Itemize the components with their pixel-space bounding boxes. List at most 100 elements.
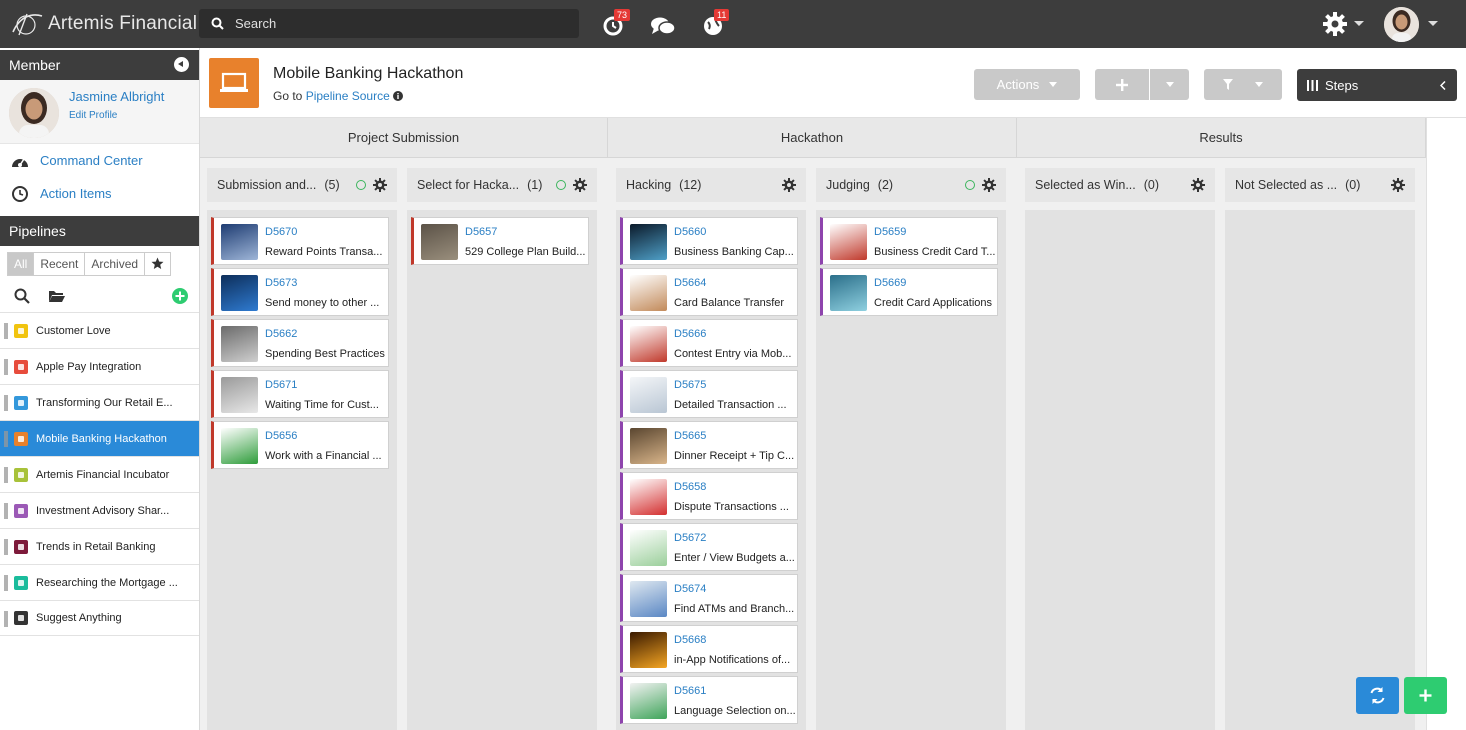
column-settings-gear-icon[interactable] [373, 178, 387, 192]
app-logo[interactable]: Artemis Financial [10, 10, 197, 38]
profile-avatar[interactable] [9, 88, 59, 138]
card-id-link[interactable]: D5671 [265, 379, 297, 391]
pipeline-item[interactable]: Customer Love [0, 312, 199, 348]
filter-recent-tab[interactable]: Recent [33, 252, 86, 276]
column-header[interactable]: Hacking (12) [616, 168, 806, 202]
actions-button[interactable]: Actions [974, 69, 1080, 100]
card-id-link[interactable]: D5672 [674, 532, 706, 544]
profile-name-link[interactable]: Jasmine Albright [69, 89, 164, 104]
pipeline-card[interactable]: D5672 Enter / View Budgets a... [620, 523, 798, 571]
drag-handle-icon[interactable] [4, 395, 8, 411]
drag-handle-icon[interactable] [4, 539, 8, 555]
pipeline-card[interactable]: D5662 Spending Best Practices [211, 319, 389, 367]
card-id-link[interactable]: D5675 [674, 379, 706, 391]
card-id-link[interactable]: D5666 [674, 328, 706, 340]
messages-button[interactable] [650, 11, 676, 37]
add-card-dropdown[interactable] [1150, 69, 1189, 100]
card-id-link[interactable]: D5664 [674, 277, 706, 289]
column-settings-gear-icon[interactable] [982, 178, 996, 192]
folder-open-icon[interactable] [48, 289, 66, 303]
pipeline-card[interactable]: D5657 529 College Plan Build... [411, 217, 589, 265]
card-id-link[interactable]: D5665 [674, 430, 706, 442]
user-avatar[interactable] [1384, 7, 1419, 42]
card-id-link[interactable]: D5661 [674, 685, 706, 697]
add-pipeline-icon[interactable] [172, 288, 188, 304]
drag-handle-icon[interactable] [4, 467, 8, 483]
steps-toggle-button[interactable]: Steps [1297, 69, 1457, 101]
pipeline-item[interactable]: Mobile Banking Hackathon [0, 420, 199, 456]
drag-handle-icon[interactable] [4, 359, 8, 375]
card-thumbnail [630, 581, 667, 617]
drag-handle-icon[interactable] [4, 503, 8, 519]
column-header[interactable]: Submission and... (5) [207, 168, 397, 202]
pipeline-card[interactable]: D5674 Find ATMs and Branch... [620, 574, 798, 622]
filter-button[interactable] [1204, 69, 1282, 100]
card-id-link[interactable]: D5668 [674, 634, 706, 646]
pipeline-card[interactable]: D5669 Credit Card Applications [820, 268, 998, 316]
card-id-link[interactable]: D5673 [265, 277, 297, 289]
pipeline-item[interactable]: Researching the Mortgage ... [0, 564, 199, 600]
column-header[interactable]: Not Selected as ... (0) [1225, 168, 1415, 202]
top-bar: Artemis Financial Search 73 11 [0, 0, 1466, 48]
notifications-button[interactable]: 73 [601, 9, 631, 37]
card-id-link[interactable]: D5656 [265, 430, 297, 442]
column-header[interactable]: Select for Hacka... (1) [407, 168, 597, 202]
card-id-link[interactable]: D5674 [674, 583, 706, 595]
card-id-link[interactable]: D5662 [265, 328, 297, 340]
search-pipelines-icon[interactable] [14, 288, 30, 304]
pipeline-card[interactable]: D5656 Work with a Financial ... [211, 421, 389, 469]
pipeline-item[interactable]: Suggest Anything [0, 600, 199, 636]
command-center-link[interactable]: Command Center [0, 144, 199, 177]
drag-handle-icon[interactable] [4, 575, 8, 591]
edit-profile-link[interactable]: Edit Profile [69, 110, 117, 121]
pipeline-card[interactable]: D5666 Contest Entry via Mob... [620, 319, 798, 367]
column-settings-gear-icon[interactable] [573, 178, 587, 192]
settings-caret-icon[interactable] [1354, 21, 1364, 26]
settings-gear-icon[interactable] [1322, 11, 1348, 37]
column-settings-gear-icon[interactable] [1191, 178, 1205, 192]
drag-handle-icon[interactable] [4, 431, 8, 447]
card-id-link[interactable]: D5670 [265, 226, 297, 238]
card-id-link[interactable]: D5660 [674, 226, 706, 238]
pipeline-item[interactable]: Investment Advisory Shar... [0, 492, 199, 528]
pipeline-source-link[interactable]: Pipeline Source [306, 89, 390, 103]
filter-archived-tab[interactable]: Archived [84, 252, 146, 276]
action-items-link[interactable]: Action Items [0, 177, 199, 210]
filter-starred-tab[interactable] [144, 252, 172, 276]
refresh-board-button[interactable] [1356, 677, 1399, 714]
collapse-sidebar-icon[interactable] [174, 57, 189, 72]
user-menu-caret-icon[interactable] [1428, 21, 1438, 26]
pipeline-card[interactable]: D5670 Reward Points Transa... [211, 217, 389, 265]
column-header[interactable]: Judging (2) [816, 168, 1006, 202]
pipeline-item[interactable]: Trends in Retail Banking [0, 528, 199, 564]
pipeline-item[interactable]: Apple Pay Integration [0, 348, 199, 384]
drag-handle-icon[interactable] [4, 611, 8, 627]
column-header[interactable]: Selected as Win... (0) [1025, 168, 1215, 202]
pipeline-card[interactable]: D5671 Waiting Time for Cust... [211, 370, 389, 418]
card-id-link[interactable]: D5669 [874, 277, 906, 289]
column-settings-gear-icon[interactable] [1391, 178, 1405, 192]
pipeline-card[interactable]: D5660 Business Banking Cap... [620, 217, 798, 265]
card-id-link[interactable]: D5658 [674, 481, 706, 493]
pipeline-card[interactable]: D5664 Card Balance Transfer [620, 268, 798, 316]
card-id-link[interactable]: D5659 [874, 226, 906, 238]
card-title: Card Balance Transfer [674, 297, 785, 309]
pipeline-card[interactable]: D5658 Dispute Transactions ... [620, 472, 798, 520]
pipeline-card[interactable]: D5668 in-App Notifications of... [620, 625, 798, 673]
card-id-link[interactable]: D5657 [465, 226, 497, 238]
pipeline-item[interactable]: Transforming Our Retail E... [0, 384, 199, 420]
alerts-button[interactable]: 11 [701, 9, 730, 37]
pipeline-card[interactable]: D5659 Business Credit Card T... [820, 217, 998, 265]
pipeline-card[interactable]: D5665 Dinner Receipt + Tip C... [620, 421, 798, 469]
pipeline-item[interactable]: Artemis Financial Incubator [0, 456, 199, 492]
pipeline-card[interactable]: D5661 Language Selection on... [620, 676, 798, 724]
column-settings-gear-icon[interactable] [782, 178, 796, 192]
add-card-button[interactable] [1095, 69, 1149, 100]
add-item-floating-button[interactable] [1404, 677, 1447, 714]
filter-all-tab[interactable]: All [7, 252, 35, 276]
search-input[interactable]: Search [199, 9, 579, 38]
pipeline-card[interactable]: D5675 Detailed Transaction ... [620, 370, 798, 418]
info-icon[interactable] [393, 91, 404, 101]
pipeline-card[interactable]: D5673 Send money to other ... [211, 268, 389, 316]
drag-handle-icon[interactable] [4, 323, 8, 339]
